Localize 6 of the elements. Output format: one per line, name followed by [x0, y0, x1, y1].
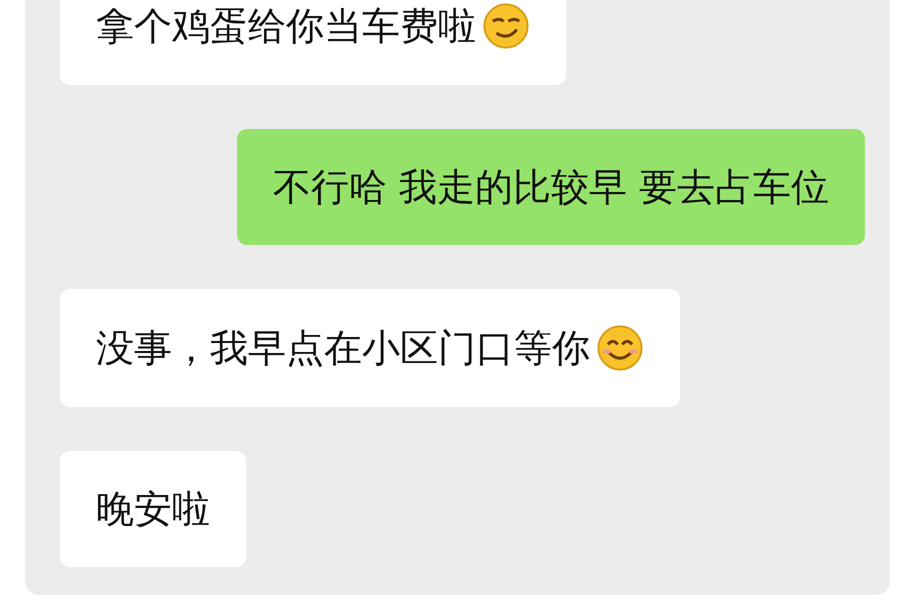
smile-emoji-icon: [596, 324, 644, 372]
received-message: 没事，我早点在小区门口等你: [60, 289, 680, 407]
received-message: 晚安啦: [60, 451, 246, 567]
smirk-emoji-icon: [482, 2, 530, 50]
sent-message: 不行哈 我走的比较早 要去占车位: [236, 129, 865, 245]
received-message: 拿个鸡蛋给你当车费啦: [60, 0, 566, 85]
